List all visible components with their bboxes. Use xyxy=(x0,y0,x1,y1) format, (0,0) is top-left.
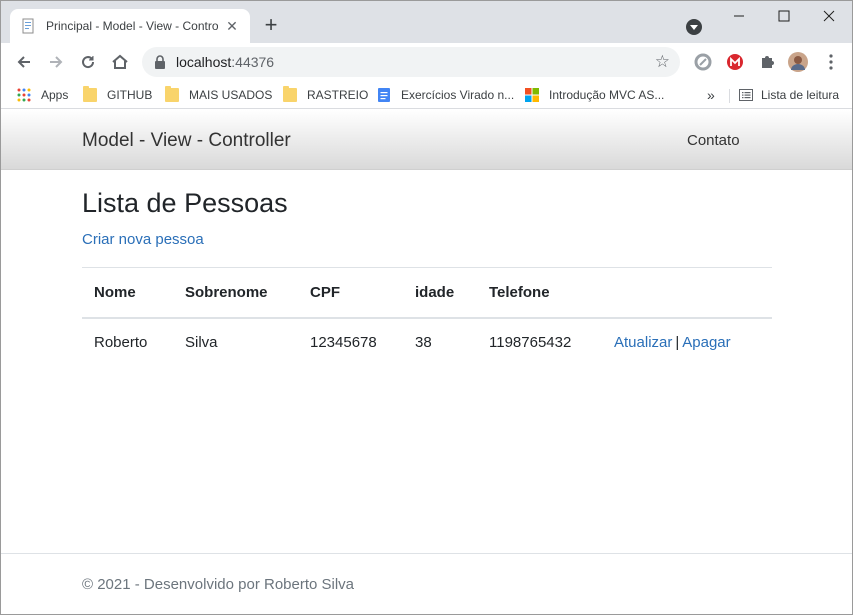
folder-icon xyxy=(283,86,297,102)
home-icon xyxy=(112,54,128,69)
bookmark-label: RASTREIO xyxy=(307,88,369,102)
page-title: Lista de Pessoas xyxy=(82,188,288,218)
bookmark-star-icon[interactable]: ☆ xyxy=(655,53,670,70)
reading-list-button[interactable]: Lista de leitura xyxy=(739,86,839,104)
action-separator: | xyxy=(675,334,680,352)
back-button[interactable] xyxy=(13,51,35,73)
profile-avatar[interactable] xyxy=(788,52,808,72)
url-port: :44376 xyxy=(231,54,275,70)
cell-telefone: 1198765432 xyxy=(489,334,572,352)
microsoft-logo-icon xyxy=(525,88,539,102)
minimize-icon xyxy=(734,15,744,17)
tab-close-icon[interactable]: ✕ xyxy=(224,18,240,34)
browser-window: Principal - Model - View - Contro ✕ + lo… xyxy=(0,0,853,615)
browser-menu-icon[interactable] xyxy=(821,52,841,72)
lock-icon[interactable] xyxy=(154,55,166,69)
bookmark-label: Apps xyxy=(41,88,69,102)
maximize-icon xyxy=(778,10,790,22)
column-header-sobrenome: Sobrenome xyxy=(185,283,268,301)
site-brand-link[interactable]: Model - View - Controller xyxy=(82,130,291,152)
column-header-idade: idade xyxy=(415,283,455,301)
bookmarks-divider xyxy=(729,89,730,103)
tab-strip: Principal - Model - View - Contro ✕ + xyxy=(1,1,852,43)
bookmark-label: MAIS USADOS xyxy=(189,88,273,102)
site-navbar: Model - View - Controller Contato xyxy=(1,110,852,170)
bookmark-apps[interactable]: Apps xyxy=(17,86,68,104)
new-tab-button[interactable]: + xyxy=(261,14,281,36)
reading-list-label: Lista de leitura xyxy=(761,88,840,102)
cell-idade: 38 xyxy=(415,334,432,352)
bookmark-rastreio[interactable]: RASTREIO xyxy=(283,86,368,104)
extension-grey-icon[interactable] xyxy=(693,52,713,72)
bookmarks-overflow-button[interactable]: » xyxy=(707,86,715,104)
address-bar[interactable]: localhost:44376 ☆ xyxy=(142,47,680,77)
cell-cpf: 12345678 xyxy=(310,334,377,352)
arrow-left-icon xyxy=(17,56,30,68)
page-favicon-icon xyxy=(22,18,34,34)
bookmark-label: Exercícios Virado n... xyxy=(401,88,515,102)
reload-icon xyxy=(82,56,95,69)
apps-grid-icon xyxy=(17,88,31,102)
footer-text: © 2021 - Desenvolvido por Roberto Silva xyxy=(82,576,355,593)
bookmark-mais-usados[interactable]: MAIS USADOS xyxy=(165,86,272,104)
bookmark-github[interactable]: GITHUB xyxy=(83,86,152,104)
tab-search-icon[interactable] xyxy=(686,19,702,35)
maximize-button[interactable] xyxy=(761,5,807,27)
close-window-button[interactable] xyxy=(806,5,852,27)
minimize-button[interactable] xyxy=(716,5,762,27)
table-row: Roberto Silva 12345678 38 1198765432 Atu… xyxy=(82,318,772,368)
browser-tab-active[interactable]: Principal - Model - View - Contro ✕ xyxy=(10,9,250,43)
close-icon xyxy=(823,10,835,22)
update-link[interactable]: Atualizar xyxy=(614,334,672,351)
bookmark-label: GITHUB xyxy=(107,88,153,102)
folder-icon xyxy=(83,86,97,102)
column-header-actions xyxy=(602,268,772,318)
folder-icon xyxy=(165,86,179,102)
forward-button[interactable] xyxy=(45,51,67,73)
column-header-cpf: CPF xyxy=(310,283,340,301)
tab-title: Principal - Model - View - Contro xyxy=(46,19,218,33)
reading-list-icon xyxy=(739,89,753,101)
cell-actions: Atualizar | Apagar xyxy=(602,318,772,368)
home-button[interactable] xyxy=(109,51,131,73)
url-text[interactable]: localhost:44376 xyxy=(176,54,274,70)
reload-button[interactable] xyxy=(77,51,99,73)
bookmarks-bar: Apps GITHUB MAIS USADOS RASTREIO Exercíc… xyxy=(1,81,852,109)
table-header-row: Nome Sobrenome CPF idade Telefone xyxy=(82,267,772,318)
create-person-link[interactable]: Criar nova pessoa xyxy=(82,231,204,248)
cell-sobrenome: Silva xyxy=(185,334,218,352)
url-host: localhost xyxy=(176,54,232,70)
column-header-nome: Nome xyxy=(94,283,136,301)
bookmark-introducao-mvc[interactable]: Introdução MVC AS... xyxy=(525,86,664,104)
extensions-puzzle-icon[interactable] xyxy=(757,52,777,72)
cell-nome: Roberto xyxy=(94,334,148,352)
arrow-right-icon xyxy=(50,56,63,68)
google-docs-icon xyxy=(378,88,390,102)
people-table: Nome Sobrenome CPF idade Telefone Robert… xyxy=(82,267,772,368)
nav-contact-link[interactable]: Contato xyxy=(687,132,740,149)
delete-link[interactable]: Apagar xyxy=(682,334,730,351)
bookmark-exercicios[interactable]: Exercícios Virado n... xyxy=(377,86,514,104)
footer-divider xyxy=(1,553,852,554)
mega-extension-icon[interactable] xyxy=(725,52,745,72)
browser-toolbar: localhost:44376 ☆ xyxy=(1,43,852,81)
web-page: Model - View - Controller Contato Lista … xyxy=(1,110,852,614)
column-header-telefone: Telefone xyxy=(489,283,550,301)
bookmark-label: Introdução MVC AS... xyxy=(549,88,665,102)
